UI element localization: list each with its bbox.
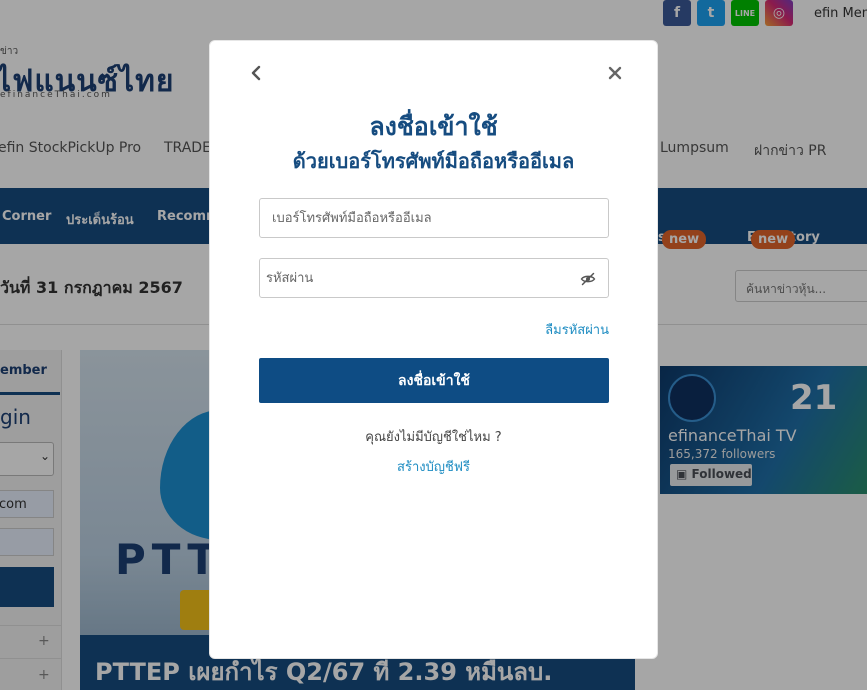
phone-email-input[interactable] — [260, 199, 608, 237]
modal-title: ลงชื่อเข้าใช้ — [369, 112, 498, 141]
login-modal: ลงชื่อเข้าใช้ ด้วยเบอร์โทรศัพท์มือถือหรื… — [209, 40, 658, 659]
close-button[interactable] — [604, 61, 626, 85]
login-button[interactable]: ลงชื่อเข้าใช้ — [259, 358, 609, 403]
password-field — [259, 258, 609, 298]
no-account-text: คุณยังไม่มีบัญชีใช่ไหม ? — [365, 430, 502, 445]
modal-subtitle: ด้วยเบอร์โทรศัพท์มือถือหรืออีเมล — [292, 149, 575, 173]
chevron-left-icon — [251, 65, 261, 81]
password-input[interactable] — [260, 259, 608, 297]
eye-off-icon[interactable] — [580, 271, 596, 287]
forgot-password-link[interactable]: ลืมรหัสผ่าน — [545, 319, 609, 340]
close-icon — [608, 66, 622, 80]
phone-email-field — [259, 198, 609, 238]
back-button[interactable] — [246, 61, 266, 85]
create-account-link[interactable]: สร้างบัญชีฟรี — [210, 456, 657, 477]
